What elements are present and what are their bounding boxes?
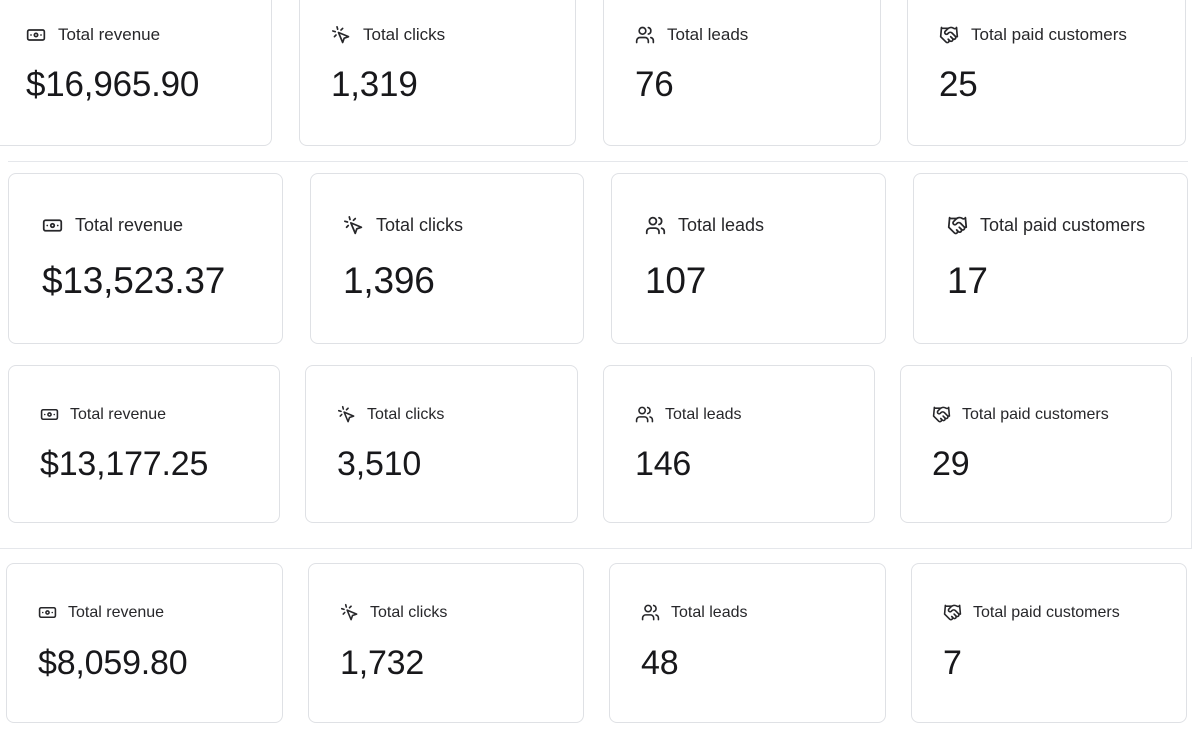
banknote-icon [26, 25, 46, 45]
stat-value: 76 [635, 65, 674, 104]
stat-value: $16,965.90 [26, 65, 200, 104]
banknote-icon [40, 405, 59, 424]
users-icon [645, 215, 666, 236]
banknote-icon [42, 215, 63, 236]
stat-value: 48 [641, 644, 679, 682]
stat-card-clicks: Total clicks 3,510 [305, 365, 578, 523]
stat-card-customers: Total paid customers 17 [913, 173, 1188, 344]
stat-card-header: Total paid customers [939, 25, 1127, 45]
stat-card-header: Total paid customers [932, 405, 1109, 424]
stat-label: Total clicks [367, 405, 445, 423]
stat-card-leads: Total leads 146 [603, 365, 875, 523]
stat-card-header: Total clicks [340, 603, 447, 622]
stat-card-leads: Total leads 76 [603, 0, 881, 146]
stat-card-clicks: Total clicks 1,732 [308, 563, 584, 723]
stat-card-header: Total leads [635, 25, 748, 45]
mouse-pointer-click-icon [331, 25, 351, 45]
stat-value: 1,732 [340, 644, 425, 682]
stat-label: Total revenue [58, 25, 161, 44]
mouse-pointer-click-icon [343, 215, 364, 236]
stat-value: 107 [645, 260, 707, 301]
stat-card-header: Total leads [635, 405, 742, 424]
stat-card-header: Total leads [641, 603, 748, 622]
row-separator [0, 548, 1192, 549]
mouse-pointer-click-icon [337, 405, 356, 424]
stat-label: Total clicks [376, 215, 464, 235]
stat-value: 146 [635, 445, 692, 483]
stat-label: Total paid customers [962, 405, 1109, 423]
stat-label: Total clicks [363, 25, 446, 44]
stat-card-header: Total revenue [40, 405, 166, 424]
users-icon [641, 603, 660, 622]
stat-card-header: Total clicks [343, 215, 463, 236]
stat-value: 25 [939, 65, 978, 104]
stat-value: 1,319 [331, 65, 418, 104]
stat-label: Total leads [665, 405, 742, 423]
stat-label: Total paid customers [973, 603, 1120, 621]
stat-value: 7 [943, 644, 962, 682]
stat-value: $8,059.80 [38, 644, 188, 682]
stat-value: 3,510 [337, 445, 422, 483]
stat-label: Total leads [667, 25, 749, 44]
stat-card-customers: Total paid customers 29 [900, 365, 1172, 523]
users-icon [635, 405, 654, 424]
stat-value: 29 [932, 445, 970, 483]
stats-dashboard: Total revenue $16,965.90 Total clicks 1,… [0, 0, 1200, 750]
row-separator [8, 161, 1188, 162]
stat-label: Total leads [671, 603, 748, 621]
stat-card-revenue: Total revenue $13,523.37 [8, 173, 283, 344]
stat-card-leads: Total leads 107 [611, 173, 886, 344]
handshake-icon [943, 603, 962, 622]
stat-card-customers: Total paid customers 25 [907, 0, 1186, 146]
stat-card-customers: Total paid customers 7 [911, 563, 1187, 723]
banknote-icon [38, 603, 57, 622]
stat-card-header: Total clicks [337, 405, 444, 424]
stat-label: Total leads [678, 215, 765, 235]
stat-card-header: Total revenue [26, 25, 160, 45]
stat-label: Total paid customers [971, 25, 1127, 44]
stat-value: 17 [947, 260, 988, 301]
stat-card-leads: Total leads 48 [609, 563, 886, 723]
stat-card-header: Total leads [645, 215, 764, 236]
stat-label: Total revenue [70, 405, 167, 423]
stat-label: Total revenue [75, 215, 184, 235]
stat-card-revenue: Total revenue $16,965.90 [0, 0, 272, 146]
stat-value: 1,396 [343, 260, 435, 301]
stat-card-clicks: Total clicks 1,396 [310, 173, 584, 344]
stat-card-header: Total paid customers [947, 215, 1145, 236]
stat-label: Total clicks [370, 603, 448, 621]
stat-card-header: Total revenue [38, 603, 164, 622]
stat-value: $13,523.37 [42, 260, 226, 301]
stat-label: Total revenue [68, 603, 165, 621]
handshake-icon [932, 405, 951, 424]
stat-card-clicks: Total clicks 1,319 [299, 0, 576, 146]
panel-edge [1191, 357, 1192, 548]
handshake-icon [947, 215, 968, 236]
stat-label: Total paid customers [980, 215, 1146, 235]
handshake-icon [939, 25, 959, 45]
stat-card-header: Total clicks [331, 25, 445, 45]
stat-card-header: Total revenue [42, 215, 183, 236]
stat-value: $13,177.25 [40, 445, 209, 483]
stat-card-header: Total paid customers [943, 603, 1120, 622]
stat-card-revenue: Total revenue $13,177.25 [8, 365, 280, 523]
mouse-pointer-click-icon [340, 603, 359, 622]
users-icon [635, 25, 655, 45]
stat-card-revenue: Total revenue $8,059.80 [6, 563, 283, 723]
